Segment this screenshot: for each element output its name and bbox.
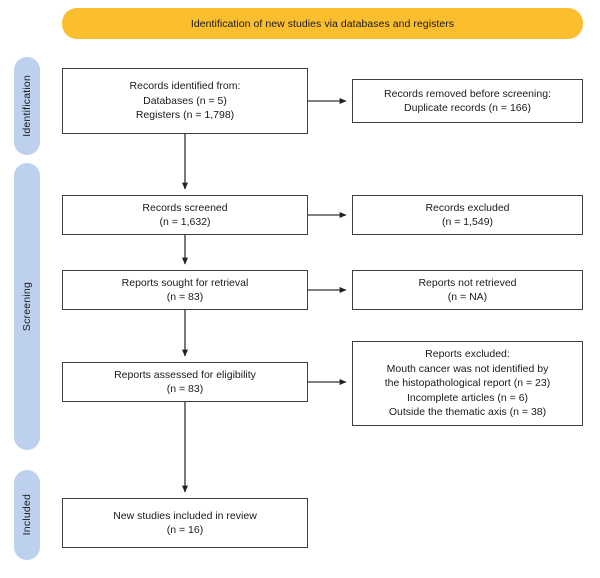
box-line: (n = 83) [166,383,204,395]
prisma-flow-diagram: Identification of new studies via databa… [0,0,600,578]
box-line: Mouth cancer was not identified by [386,362,549,375]
box-line: the histopathological report (n = 23) [384,377,551,390]
diagram-header-banner: Identification of new studies via databa… [62,8,583,39]
box-line: Databases (n = 5) [143,94,227,107]
diagram-header-title: Identification of new studies via databa… [190,17,455,30]
box-line: Reports excluded: [425,348,510,361]
stage-label-included: Included [14,470,40,560]
box-line: Reports sought for retrieval [121,276,249,289]
stage-label-included-text: Included [21,494,33,536]
box-line: (n = 83) [166,291,204,303]
box-line: (n = 16) [166,524,204,536]
box-line: Reports not retrieved [418,276,517,289]
box-line: Outside the thematic axis (n = 38) [388,406,547,419]
box-line: Records screened [142,201,228,214]
box-line: (n = 1,549) [441,216,494,228]
box-line: Registers (n = 1,798) [135,109,235,122]
records-identified-box: Records identified from: Databases (n = … [62,68,308,134]
stage-label-screening: Screening [14,163,40,450]
stage-label-screening-text: Screening [21,281,33,332]
box-line: (n = 1,632) [159,216,211,228]
box-line: Records excluded [425,201,510,214]
box-line: Duplicate records (n = 166) [404,102,531,114]
box-line: (n = NA) [447,291,488,303]
records-screened-box: Records screened (n = 1,632) [62,195,308,235]
reports-sought-box: Reports sought for retrieval (n = 83) [62,270,308,310]
box-line: Incomplete articles (n = 6) [406,391,529,404]
reports-excluded-box: Reports excluded: Mouth cancer was not i… [352,341,583,426]
stage-label-identification-text: Identification [21,75,33,137]
box-line: New studies included in review [113,509,257,522]
new-studies-included-box: New studies included in review (n = 16) [62,498,308,548]
records-excluded-box: Records excluded (n = 1,549) [352,195,583,235]
box-line: Reports assessed for eligibility [114,368,256,381]
box-line: Records identified from: [129,80,241,93]
reports-assessed-box: Reports assessed for eligibility (n = 83… [62,362,308,402]
records-removed-box: Records removed before screening: Duplic… [352,79,583,123]
box-line: Records removed before screening: [384,87,551,100]
stage-label-identification: Identification [14,57,40,155]
reports-not-retrieved-box: Reports not retrieved (n = NA) [352,270,583,310]
